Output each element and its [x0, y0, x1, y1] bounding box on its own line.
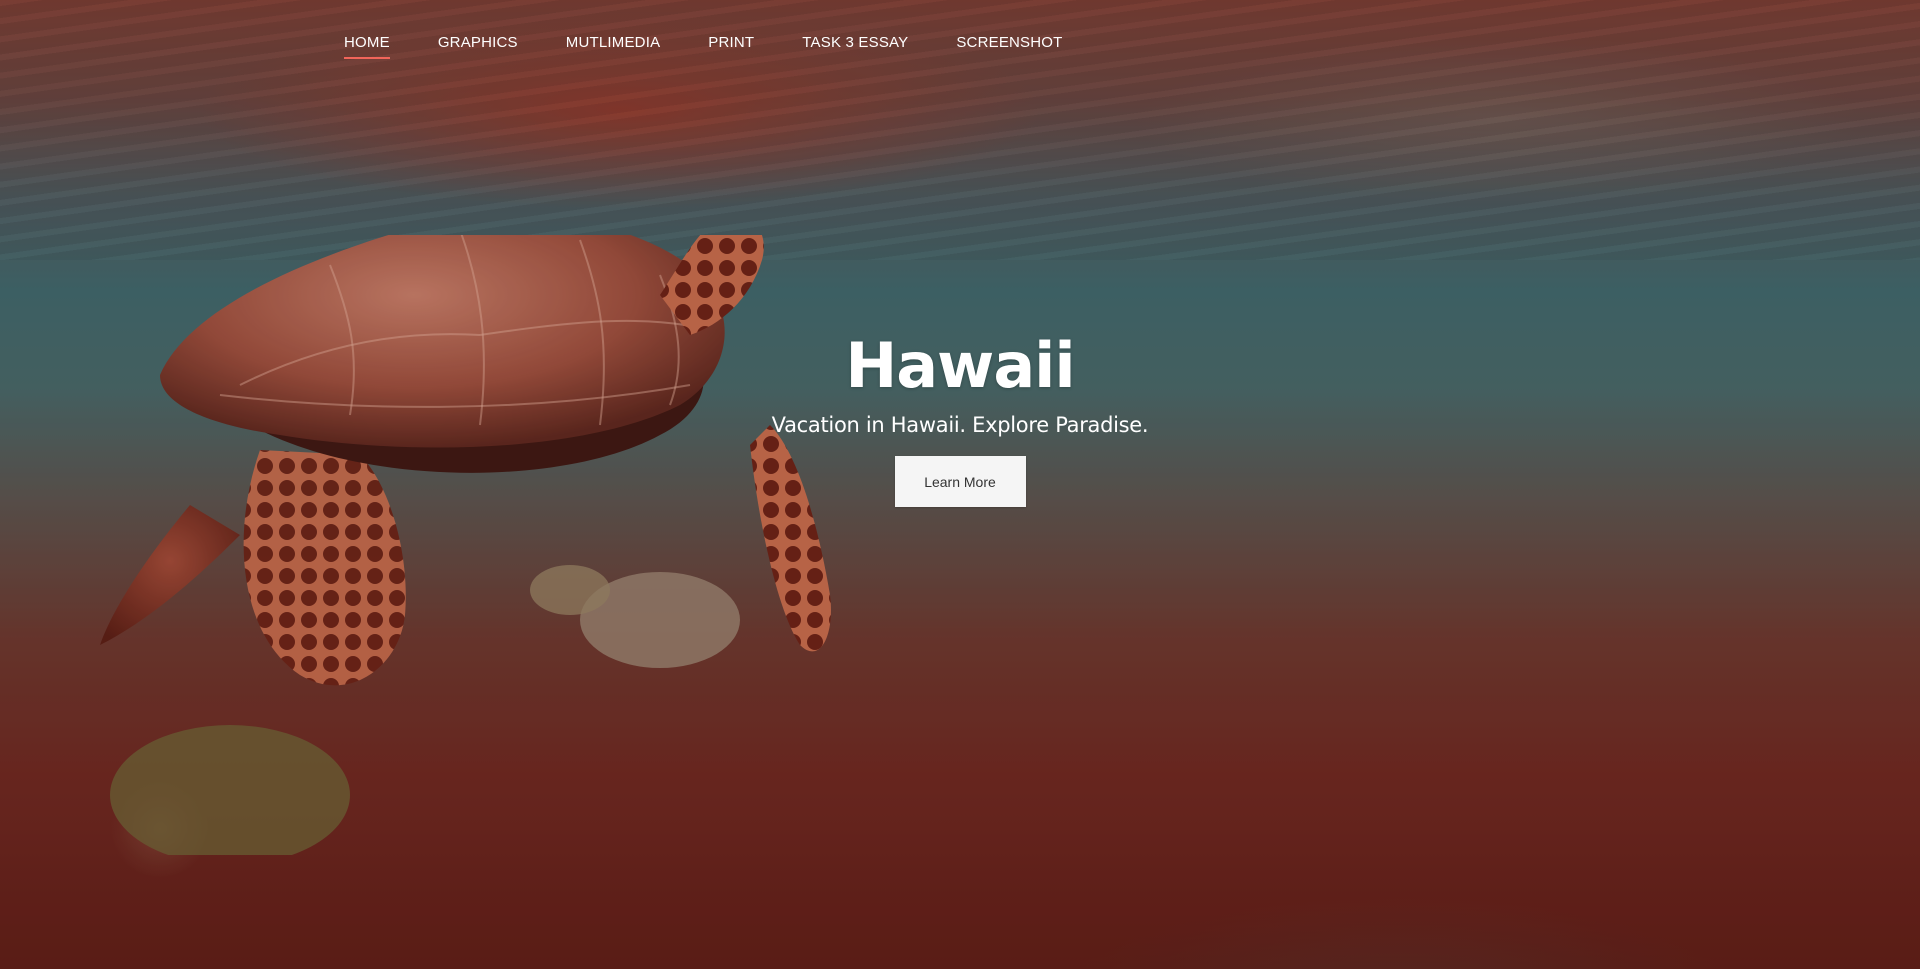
- nav-item-home[interactable]: HOME: [344, 34, 390, 59]
- nav-item-print[interactable]: PRINT: [708, 34, 754, 59]
- nav-item-graphics[interactable]: GRAPHICS: [438, 34, 518, 59]
- hero-subtitle: Vacation in Hawaii. Explore Paradise.: [771, 413, 1149, 437]
- hero-title: Hawaii: [845, 329, 1075, 402]
- hero-section: HOME GRAPHICS MUTLIMEDIA PRINT TASK 3 ES…: [0, 0, 1920, 969]
- nav-item-screenshot[interactable]: SCREENSHOT: [956, 34, 1062, 59]
- main-navigation: HOME GRAPHICS MUTLIMEDIA PRINT TASK 3 ES…: [344, 34, 1111, 59]
- nav-item-multimedia[interactable]: MUTLIMEDIA: [566, 34, 661, 59]
- nav-item-task-3-essay[interactable]: TASK 3 ESSAY: [802, 34, 908, 59]
- learn-more-button[interactable]: Learn More: [894, 456, 1026, 507]
- hero-content: Hawaii Vacation in Hawaii. Explore Parad…: [0, 330, 1920, 507]
